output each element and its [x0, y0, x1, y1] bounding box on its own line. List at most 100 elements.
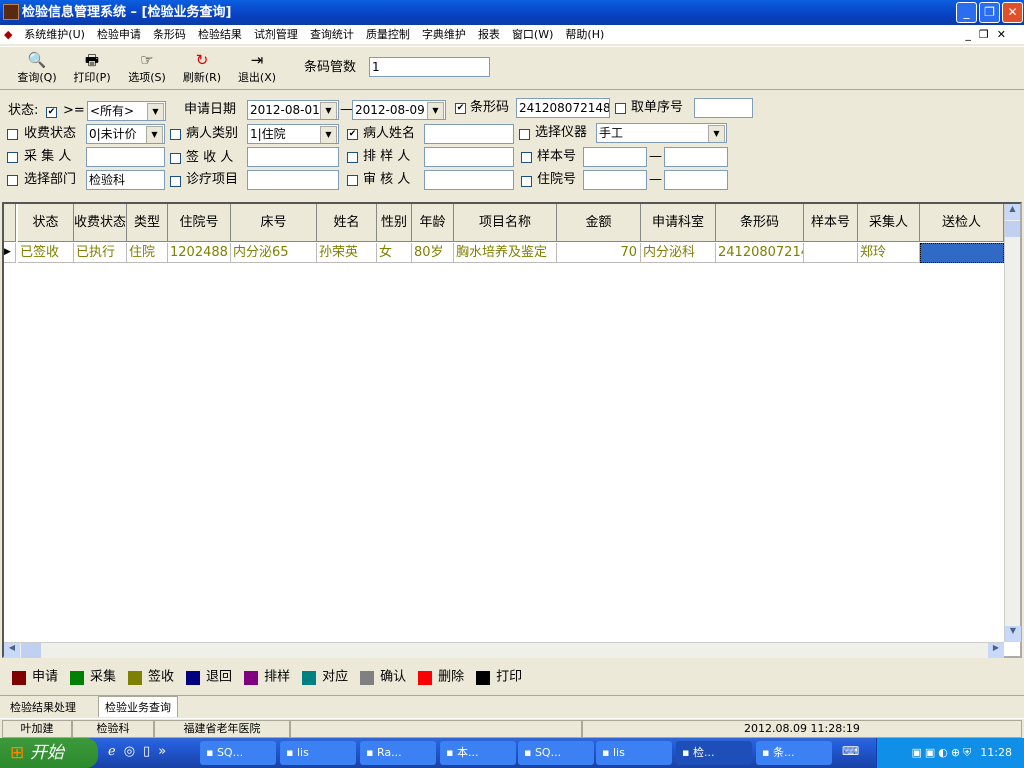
menu-qc[interactable]: 质量控制: [360, 25, 416, 44]
keyboard-icon[interactable]: ⌨: [842, 744, 859, 758]
taskbar-button[interactable]: ▪ 检...: [676, 741, 752, 765]
horizontal-scrollbar[interactable]: ◀ ▶: [4, 642, 1004, 658]
taskbar-button[interactable]: ▪ 本...: [440, 741, 516, 765]
charge-checkbox[interactable]: [7, 129, 18, 140]
receiver-input[interactable]: [247, 147, 339, 167]
taskbar-button[interactable]: ▪ lis: [280, 741, 356, 765]
date-from-picker[interactable]: 2012-08-01: [247, 100, 339, 120]
menu-barcode[interactable]: 条形码: [147, 25, 192, 44]
table-cell[interactable]: 241208072148: [716, 243, 804, 263]
menu-apply[interactable]: 检验申请: [91, 25, 147, 44]
date-to-picker[interactable]: 2012-08-09: [352, 100, 446, 120]
column-header[interactable]: 金额: [557, 204, 641, 242]
table-cell[interactable]: 内分泌科: [641, 243, 716, 263]
options-button[interactable]: ☞ 选项(S): [120, 51, 174, 85]
taskbar-button[interactable]: ▪ 条...: [756, 741, 832, 765]
table-cell[interactable]: 1202488: [168, 243, 231, 263]
table-cell[interactable]: 内分泌65: [231, 243, 317, 263]
start-button[interactable]: ⊞ 开始: [0, 738, 98, 768]
column-header[interactable]: 性别: [377, 204, 412, 242]
sample-no-checkbox[interactable]: [521, 152, 532, 163]
taskbar-button[interactable]: ▪ SQ...: [200, 741, 276, 765]
table-cell[interactable]: [920, 243, 1004, 263]
minimize-button[interactable]: _: [956, 2, 977, 23]
column-header[interactable]: 样本号: [804, 204, 858, 242]
menu-query[interactable]: 查询统计: [304, 25, 360, 44]
reviewer-checkbox[interactable]: [347, 175, 358, 186]
table-cell[interactable]: 郑玲: [858, 243, 920, 263]
status-select[interactable]: <所有>: [87, 101, 166, 121]
table-cell[interactable]: 已签收: [18, 243, 74, 263]
query-button[interactable]: 🔍 查询(Q): [10, 51, 64, 85]
status-checkbox[interactable]: ✔: [46, 107, 57, 118]
sample-no-from[interactable]: [583, 147, 647, 167]
sample-no-to[interactable]: [664, 147, 728, 167]
column-header[interactable]: 条形码: [716, 204, 804, 242]
menu-dict[interactable]: 字典维护: [416, 25, 472, 44]
collector-checkbox[interactable]: [7, 152, 18, 163]
dept-checkbox[interactable]: [7, 175, 18, 186]
column-header[interactable]: 送检人: [920, 204, 1004, 242]
patient-type-select[interactable]: 1|住院: [247, 124, 339, 144]
menu-window[interactable]: 窗口(W): [506, 25, 559, 44]
patient-type-checkbox[interactable]: [170, 129, 181, 140]
instrument-select[interactable]: 手工: [596, 123, 727, 143]
print-button[interactable]: 🖶 打印(P): [65, 51, 119, 85]
column-header[interactable]: 收费状态: [74, 204, 127, 242]
inpatient-no-checkbox[interactable]: [521, 176, 532, 187]
column-header[interactable]: 年龄: [412, 204, 454, 242]
table-cell[interactable]: 70: [557, 243, 641, 263]
taskbar-button[interactable]: ▪ Ra...: [360, 741, 436, 765]
column-header[interactable]: 住院号: [168, 204, 231, 242]
column-header[interactable]: 采集人: [858, 204, 920, 242]
table-cell[interactable]: 孙荣英: [317, 243, 377, 263]
barcode-input[interactable]: 241208072148: [516, 98, 610, 118]
dept-input[interactable]: 检验科: [86, 170, 165, 190]
quick-launch-icons[interactable]: ℯ◎▯»: [108, 744, 174, 759]
reviewer-input[interactable]: [424, 170, 514, 190]
table-cell[interactable]: [804, 243, 858, 263]
taskbar-button[interactable]: ▪ SQ...: [518, 741, 594, 765]
receiver-checkbox[interactable]: [170, 153, 181, 164]
column-header[interactable]: 状态: [18, 204, 74, 242]
exit-button[interactable]: ⇥ 退出(X): [230, 51, 284, 85]
patient-name-input[interactable]: [424, 124, 514, 144]
tab-result-processing[interactable]: 检验结果处理: [4, 698, 82, 716]
menu-result[interactable]: 检验结果: [192, 25, 248, 44]
menu-help[interactable]: 帮助(H): [559, 25, 610, 44]
table-cell[interactable]: 已执行: [74, 243, 127, 263]
column-header[interactable]: 床号: [231, 204, 317, 242]
refresh-button[interactable]: ↻ 刷新(R): [175, 51, 229, 85]
tab-business-query[interactable]: 检验业务查询: [98, 696, 178, 717]
inpatient-no-from[interactable]: [583, 170, 647, 190]
charge-select[interactable]: 0|未计价: [86, 124, 165, 144]
maximize-button[interactable]: ❐: [979, 2, 1000, 23]
order-no-checkbox[interactable]: [615, 103, 626, 114]
column-header[interactable]: 姓名: [317, 204, 377, 242]
menu-reagent[interactable]: 试剂管理: [248, 25, 304, 44]
column-header[interactable]: 类型: [127, 204, 168, 242]
barcode-count-input[interactable]: 1: [369, 57, 490, 77]
table-cell[interactable]: 住院: [127, 243, 168, 263]
collector-input[interactable]: [86, 147, 165, 167]
table-cell[interactable]: 胸水培养及鉴定: [454, 243, 557, 263]
instrument-checkbox[interactable]: [519, 129, 530, 140]
menu-system[interactable]: 系统维护(U): [18, 25, 91, 44]
close-button[interactable]: ✕: [1002, 2, 1023, 23]
sorter-checkbox[interactable]: [347, 152, 358, 163]
vertical-scrollbar[interactable]: ▲ ▼: [1004, 204, 1021, 642]
inpatient-no-to[interactable]: [664, 170, 728, 190]
menu-report[interactable]: 报表: [472, 25, 506, 44]
table-cell[interactable]: 80岁: [412, 243, 454, 263]
item-checkbox[interactable]: [170, 176, 181, 187]
item-input[interactable]: [247, 170, 339, 190]
order-no-input[interactable]: [694, 98, 753, 118]
column-header[interactable]: 申请科室: [641, 204, 716, 242]
patient-name-checkbox[interactable]: ✔: [347, 129, 358, 140]
sorter-input[interactable]: [424, 147, 514, 167]
mdi-controls[interactable]: _❐✕: [959, 25, 1020, 44]
barcode-checkbox[interactable]: ✔: [455, 103, 466, 114]
taskbar-button[interactable]: ▪ lis: [596, 741, 672, 765]
table-cell[interactable]: 女: [377, 243, 412, 263]
column-header[interactable]: 项目名称: [454, 204, 557, 242]
